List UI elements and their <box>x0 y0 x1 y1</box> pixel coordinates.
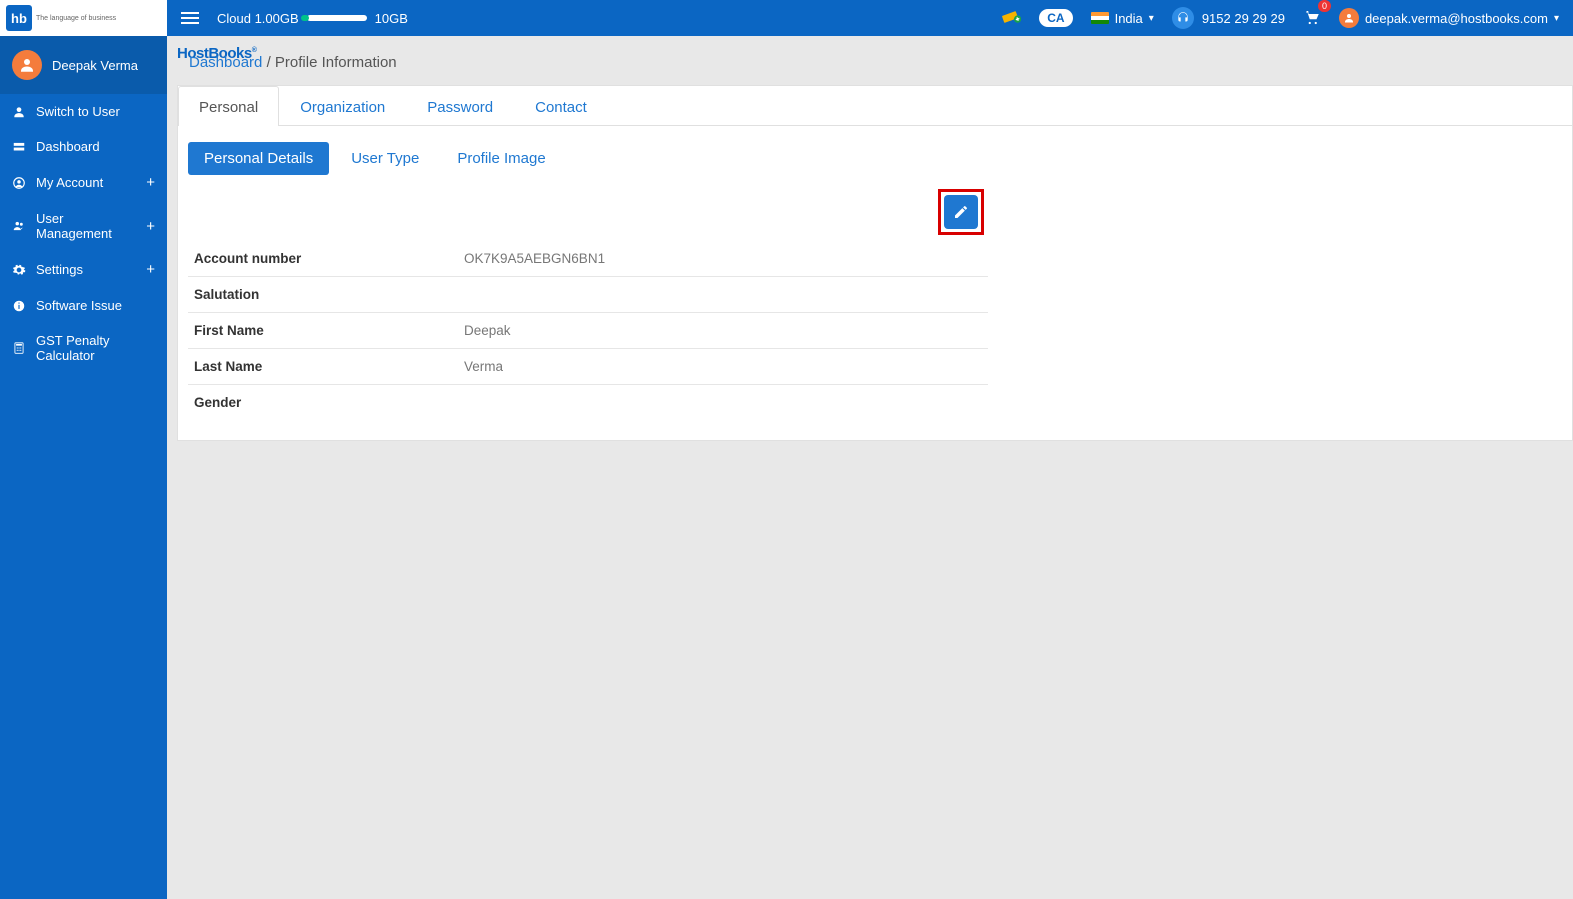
detail-label: Last Name <box>194 359 464 374</box>
detail-label: Salutation <box>194 287 464 302</box>
sidebar-profile[interactable]: Deepak Verma <box>0 36 167 94</box>
sidebar-item-label: GST Penalty Calculator <box>36 333 155 363</box>
headset-icon <box>1172 7 1194 29</box>
gear-icon <box>12 263 26 277</box>
detail-row-gender: Gender <box>188 385 988 420</box>
sidebar-item-label: My Account <box>36 175 103 190</box>
detail-value: OK7K9A5AEBGN6BN1 <box>464 251 605 266</box>
sidebar-item-software-issue[interactable]: Software Issue <box>0 288 167 323</box>
support-phone-label: 9152 29 29 29 <box>1202 11 1285 26</box>
detail-row-last-name: Last Name Verma <box>188 349 988 385</box>
top-header: hb HostBooks® The language of business C… <box>0 0 1573 36</box>
cloud-total-label: 10GB <box>375 11 408 26</box>
user-menu[interactable]: deepak.verma@hostbooks.com ▾ <box>1339 8 1559 28</box>
detail-label: First Name <box>194 323 464 338</box>
subtab-personal-details[interactable]: Personal Details <box>188 142 329 175</box>
user-email-label: deepak.verma@hostbooks.com <box>1365 11 1548 26</box>
flag-icon <box>1091 12 1109 24</box>
main-content: Dashboard / Profile Information Personal… <box>167 36 1573 899</box>
details-section: Account number OK7K9A5AEBGN6BN1 Salutati… <box>178 189 998 440</box>
detail-label: Gender <box>194 395 464 410</box>
sidebar-item-label: Dashboard <box>36 139 100 154</box>
cloud-storage-meter: Cloud 1.00GB 10GB <box>217 11 408 26</box>
sidebar-item-switch-user[interactable]: Switch to User <box>0 94 167 129</box>
breadcrumb-root-link[interactable]: Dashboard <box>189 54 262 71</box>
sidebar-item-user-management[interactable]: User Management + <box>0 201 167 251</box>
subtab-profile-image[interactable]: Profile Image <box>441 142 561 175</box>
breadcrumb-separator: / <box>267 54 275 71</box>
sidebar-item-gst-calculator[interactable]: GST Penalty Calculator <box>0 323 167 373</box>
expand-icon: + <box>146 261 155 278</box>
primary-tabs: Personal Organization Password Contact <box>178 86 1572 126</box>
info-icon <box>12 299 26 313</box>
menu-toggle-icon[interactable] <box>181 12 199 24</box>
detail-label: Account number <box>194 251 464 266</box>
ca-badge[interactable]: CA <box>1039 9 1072 27</box>
users-icon <box>12 219 26 233</box>
sidebar-item-dashboard[interactable]: Dashboard <box>0 129 167 164</box>
subtab-user-type[interactable]: User Type <box>335 142 435 175</box>
storage-meter-fill <box>301 15 309 21</box>
cloud-used-label: Cloud 1.00GB <box>217 11 299 26</box>
tab-personal[interactable]: Personal <box>178 86 279 126</box>
brand-text: HostBooks® The language of business <box>36 15 116 22</box>
tab-organization[interactable]: Organization <box>279 86 406 126</box>
tab-contact[interactable]: Contact <box>514 86 608 126</box>
breadcrumb: Dashboard / Profile Information <box>177 46 1573 79</box>
detail-row-salutation: Salutation <box>188 277 988 313</box>
tab-password[interactable]: Password <box>406 86 514 126</box>
support-phone[interactable]: 9152 29 29 29 <box>1172 7 1285 29</box>
coupon-icon[interactable] <box>999 6 1021 31</box>
detail-value: Deepak <box>464 323 511 338</box>
storage-meter-track <box>307 15 367 21</box>
country-label: India <box>1115 11 1143 26</box>
calculator-icon <box>12 341 26 355</box>
brand-logo[interactable]: hb HostBooks® The language of business <box>0 0 167 36</box>
pencil-icon <box>953 204 969 220</box>
account-icon <box>12 176 26 190</box>
chevron-down-icon: ▾ <box>1554 13 1559 24</box>
cart-count-badge: 0 <box>1318 0 1331 12</box>
expand-icon: + <box>146 174 155 191</box>
sidebar-item-my-account[interactable]: My Account + <box>0 164 167 201</box>
profile-card: Personal Organization Password Contact P… <box>177 85 1573 441</box>
sidebar-user-name: Deepak Verma <box>52 58 138 73</box>
dashboard-icon <box>12 140 26 154</box>
cart-button[interactable]: 0 <box>1303 8 1321 29</box>
chevron-down-icon: ▾ <box>1149 13 1154 24</box>
breadcrumb-current: Profile Information <box>275 54 397 71</box>
sidebar-item-label: Settings <box>36 262 83 277</box>
sidebar-item-settings[interactable]: Settings + <box>0 251 167 288</box>
country-selector[interactable]: India ▾ <box>1091 11 1154 26</box>
profile-avatar-icon <box>12 50 42 80</box>
secondary-tabs: Personal Details User Type Profile Image <box>178 126 1572 189</box>
user-icon <box>12 105 26 119</box>
expand-icon: + <box>146 218 155 235</box>
sidebar-item-label: Software Issue <box>36 298 122 313</box>
detail-value: Verma <box>464 359 503 374</box>
edit-button[interactable] <box>944 195 978 229</box>
user-avatar-icon <box>1339 8 1359 28</box>
detail-row-account-number: Account number OK7K9A5AEBGN6BN1 <box>188 241 988 277</box>
sidebar: Deepak Verma Switch to User Dashboard My… <box>0 36 167 899</box>
sidebar-item-label: Switch to User <box>36 104 120 119</box>
brand-mark-icon: hb <box>6 5 32 31</box>
edit-button-highlight <box>938 189 984 235</box>
sidebar-item-label: User Management <box>36 211 136 241</box>
detail-row-first-name: First Name Deepak <box>188 313 988 349</box>
